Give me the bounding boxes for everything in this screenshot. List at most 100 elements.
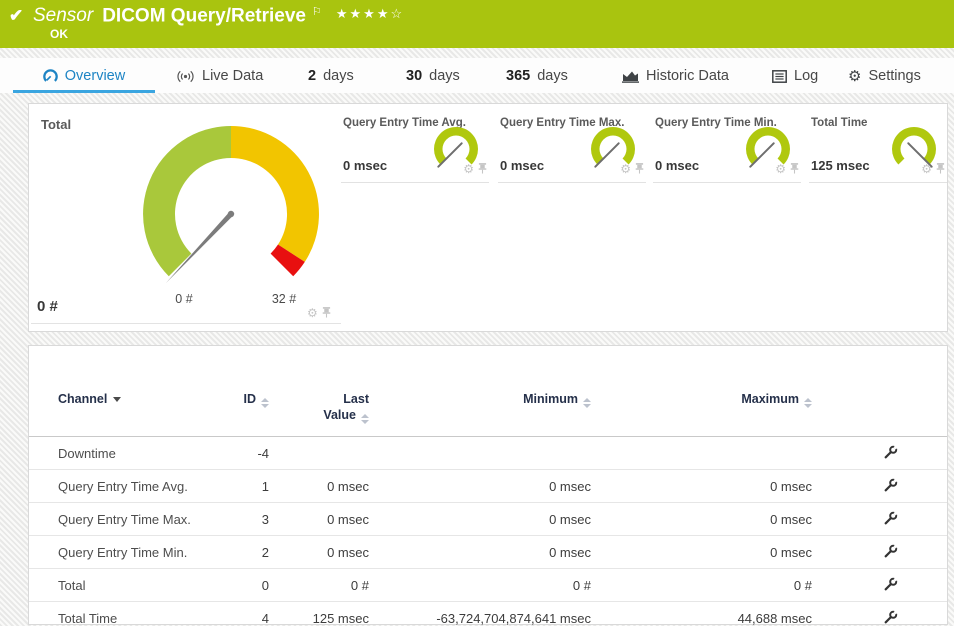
tab-365-days[interactable]: 365 days [506,62,568,90]
cell-last-value [269,437,369,470]
column-header-last-value[interactable]: LastValue [269,346,369,437]
broadcast-icon [176,70,195,83]
pin-icon[interactable] [936,163,945,174]
tab-historic-data[interactable]: Historic Data [622,62,729,90]
table-row: Query Entry Time Max. 3 0 msec 0 msec 0 … [29,503,947,536]
column-header-maximum[interactable]: Maximum [591,346,812,437]
column-header-label: ID [244,392,257,406]
mini-gauge-cell-total-time[interactable]: Total Time 125 msec ⚙ [809,116,947,183]
cell-maximum: 0 msec [591,470,812,503]
gauge-corner-actions: ⚙ [463,163,487,174]
cell-channel[interactable]: Downtime [29,437,229,470]
mini-gauge-cell-query-entry-time-avg[interactable]: Query Entry Time Avg. 0 msec ⚙ [341,116,489,183]
edit-channel-icon[interactable] [884,445,898,462]
tab-settings[interactable]: ⚙ Settings [848,62,921,90]
cell-channel[interactable]: Total [29,569,229,602]
cell-last-value: 0 msec [269,503,369,536]
mini-gauge-title: Total Time [811,117,867,129]
table-row: Query Entry Time Avg. 1 0 msec 0 msec 0 … [29,470,947,503]
pin-icon[interactable] [478,163,487,174]
cell-divider [31,323,341,324]
gear-icon[interactable]: ⚙ [463,164,474,174]
active-tab-underline [13,90,155,93]
cell-maximum: 0 msec [591,503,812,536]
mini-gauge-value: 125 msec [811,158,870,173]
tab-overview[interactable]: Overview [13,62,155,90]
overview-gauges-panel: Total 0 # 32 # 0 # ⚙ Query Entry Time Av… [28,103,948,332]
pin-icon[interactable] [322,307,331,318]
gear-icon[interactable]: ⚙ [307,308,318,318]
pin-icon[interactable] [790,163,799,174]
cell-last-value: 0 msec [269,536,369,569]
edit-channel-icon[interactable] [884,544,898,561]
tab-label: Historic Data [646,68,729,84]
gear-icon[interactable]: ⚙ [921,164,932,174]
pin-icon[interactable] [635,163,644,174]
tab-number: 365 [506,68,530,84]
cell-last-value: 0 msec [269,470,369,503]
sort-icon [804,398,812,408]
gear-icon: ⚙ [848,67,861,85]
main-gauge-min-label: 0 # [154,292,214,306]
column-header-actions [812,346,947,437]
cell-minimum: 0 msec [369,470,591,503]
gauge-corner-actions: ⚙ [620,163,644,174]
column-header-channel[interactable]: Channel [29,346,229,437]
cell-minimum: 0 # [369,569,591,602]
edit-channel-icon[interactable] [884,511,898,528]
priority-stars[interactable]: ★★★★☆ [336,6,404,21]
cell-id: 3 [229,503,269,536]
tab-label: Live Data [202,68,263,84]
prtg-sensor-page: ✔ SensorDICOM Query/Retrieve⚐★★★★☆ OK Ov… [0,0,954,626]
gauge-corner-actions: ⚙ [307,307,331,318]
tab-label: Settings [868,68,920,84]
tab-label: Log [794,68,818,84]
table-row: Downtime -4 [29,437,947,470]
gear-icon[interactable]: ⚙ [775,164,786,174]
cell-id: -4 [229,437,269,470]
channel-table-panel: Channel ID LastValue Minimum Maximum Dow… [28,345,948,625]
cell-channel[interactable]: Query Entry Time Min. [29,536,229,569]
cell-maximum [591,437,812,470]
tab-2-days[interactable]: 2 days [308,62,354,90]
gauge-icon [43,69,58,84]
column-header-id[interactable]: ID [229,346,269,437]
column-header-label: Maximum [741,392,799,406]
column-header-minimum[interactable]: Minimum [369,346,591,437]
mini-gauge-cell-query-entry-time-min[interactable]: Query Entry Time Min. 0 msec ⚙ [653,116,801,183]
column-header-label: Minimum [523,392,578,406]
edit-channel-icon[interactable] [884,478,898,495]
table-header-row: Channel ID LastValue Minimum Maximum [29,346,947,437]
mini-gauge-value: 0 msec [655,158,699,173]
cell-id: 4 [229,602,269,626]
column-header-label: Channel [58,392,107,406]
log-icon [772,70,787,83]
tab-live-data[interactable]: Live Data [176,62,263,90]
status-badge: OK [50,27,68,41]
edit-channel-icon[interactable] [884,577,898,594]
edit-channel-icon[interactable] [884,610,898,626]
mini-gauge-cell-query-entry-time-max[interactable]: Query Entry Time Max. 0 msec ⚙ [498,116,646,183]
main-gauge-title: Total [41,117,71,132]
cell-last-value: 125 msec [269,602,369,626]
sort-icon [583,398,591,408]
gear-icon[interactable]: ⚙ [620,164,631,174]
cell-channel[interactable]: Query Entry Time Avg. [29,470,229,503]
object-type-label: Sensor [33,5,93,26]
main-gauge[interactable] [136,119,326,287]
mini-gauge-value: 0 msec [500,158,544,173]
tab-log[interactable]: Log [772,62,818,90]
main-gauge-max-label: 32 # [254,292,314,306]
tab-30-days[interactable]: 30 days [406,62,460,90]
status-ok-check-icon: ✔ [9,6,23,26]
cell-maximum: 0 # [591,569,812,602]
cell-channel[interactable]: Query Entry Time Max. [29,503,229,536]
table-row: Query Entry Time Min. 2 0 msec 0 msec 0 … [29,536,947,569]
cell-last-value: 0 # [269,569,369,602]
cell-id: 0 [229,569,269,602]
area-chart-icon [622,70,639,83]
cell-channel[interactable]: Total Time [29,602,229,626]
channel-table: Channel ID LastValue Minimum Maximum Dow… [29,346,947,626]
table-row: Total 0 0 # 0 # 0 # [29,569,947,602]
cell-id: 2 [229,536,269,569]
